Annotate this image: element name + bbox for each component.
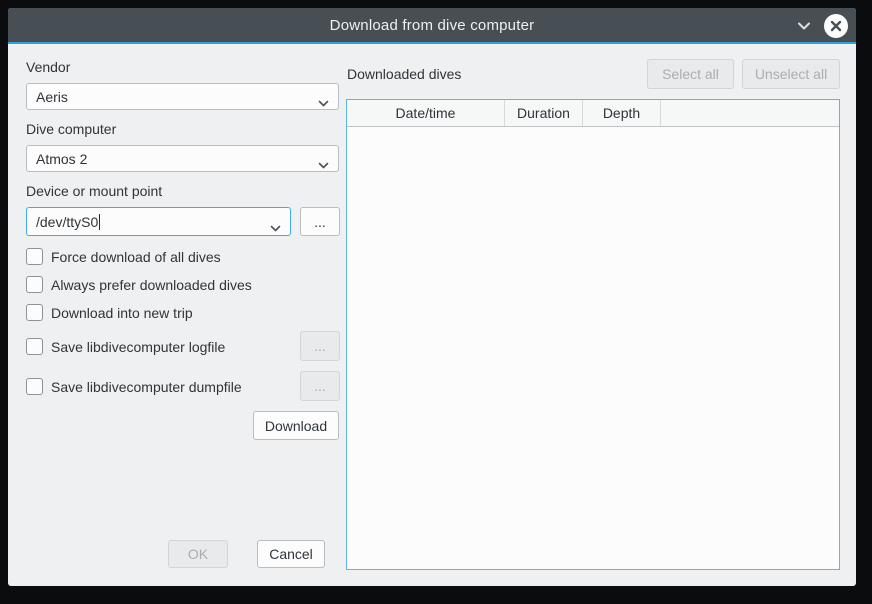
dive-computer-select[interactable]: Atmos 2: [26, 145, 339, 172]
download-dialog: Download from dive computer Vendor Aeris…: [8, 8, 856, 586]
checkbox-force-download[interactable]: Force download of all dives: [26, 248, 221, 265]
vendor-select[interactable]: Aeris: [26, 83, 339, 110]
text-cursor: [99, 214, 100, 230]
chevron-down-icon: [318, 156, 329, 172]
checkbox-label: Force download of all dives: [51, 249, 221, 265]
device-browse-button[interactable]: ...: [300, 207, 340, 236]
column-header-depth[interactable]: Depth: [583, 100, 661, 126]
checkbox-label: Download into new trip: [51, 305, 193, 321]
downloaded-dives-table[interactable]: Date/time Duration Depth: [346, 99, 840, 570]
checkbox-save-logfile[interactable]: Save libdivecomputer logfile: [26, 338, 225, 355]
checkbox-new-trip[interactable]: Download into new trip: [26, 304, 193, 321]
checkbox-icon: [26, 338, 43, 355]
device-input[interactable]: /dev/ttyS0: [26, 207, 291, 236]
dive-computer-value: Atmos 2: [36, 151, 87, 167]
checkbox-label: Save libdivecomputer logfile: [51, 339, 225, 355]
checkbox-icon: [26, 378, 43, 395]
device-value: /dev/ttyS0: [36, 214, 98, 230]
table-header-row: Date/time Duration Depth: [347, 100, 839, 127]
checkbox-prefer-downloaded[interactable]: Always prefer downloaded dives: [26, 276, 252, 293]
close-icon: [830, 20, 842, 32]
dive-computer-label: Dive computer: [26, 121, 116, 137]
table-body-empty[interactable]: [347, 127, 839, 569]
select-all-button[interactable]: Select all: [647, 59, 734, 89]
column-header-duration[interactable]: Duration: [505, 100, 583, 126]
downloaded-dives-title: Downloaded dives: [347, 66, 461, 82]
checkbox-label: Save libdivecomputer dumpfile: [51, 379, 242, 395]
vendor-label: Vendor: [26, 59, 70, 75]
chevron-down-icon: [318, 94, 329, 110]
vendor-value: Aeris: [36, 89, 68, 105]
logfile-browse-button[interactable]: ...: [300, 331, 340, 361]
titlebar[interactable]: Download from dive computer: [8, 8, 856, 44]
checkbox-label: Always prefer downloaded dives: [51, 277, 252, 293]
checkbox-save-dumpfile[interactable]: Save libdivecomputer dumpfile: [26, 378, 242, 395]
ok-button[interactable]: OK: [168, 540, 228, 568]
column-header-blank[interactable]: [661, 100, 839, 126]
checkbox-icon: [26, 304, 43, 321]
download-button[interactable]: Download: [253, 411, 339, 440]
unselect-all-button[interactable]: Unselect all: [742, 59, 840, 89]
checkbox-icon: [26, 276, 43, 293]
dumpfile-browse-button[interactable]: ...: [300, 371, 340, 401]
chevron-down-icon: [270, 219, 281, 235]
checkbox-icon: [26, 248, 43, 265]
cancel-button[interactable]: Cancel: [257, 540, 325, 568]
device-label: Device or mount point: [26, 183, 162, 199]
close-button[interactable]: [824, 14, 848, 38]
window-title: Download from dive computer: [330, 17, 535, 34]
chevron-down-icon[interactable]: [796, 21, 812, 31]
column-header-datetime[interactable]: Date/time: [347, 100, 505, 126]
